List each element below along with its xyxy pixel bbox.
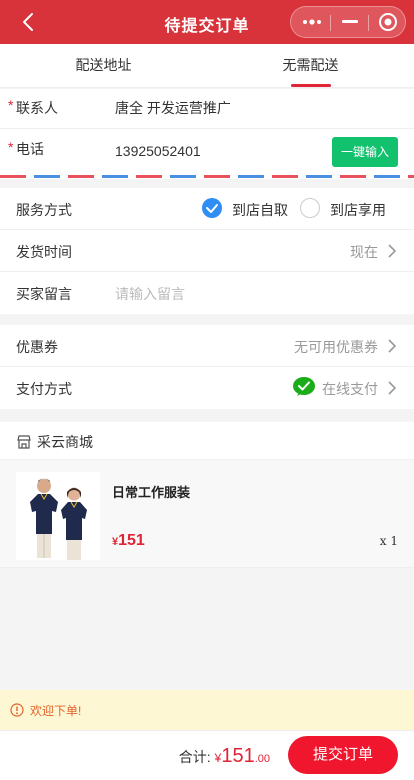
envelope-stripe [0, 175, 414, 178]
contact-name-label: 联系人 [16, 100, 58, 116]
ship-time-value: 现在 [350, 244, 378, 260]
buyer-message-label: 买家留言 [16, 286, 72, 302]
submit-order-button[interactable]: 提交订单 [288, 736, 398, 774]
notice-bar: 欢迎下单! [0, 690, 414, 730]
contact-name-field[interactable]: 唐全 开发运营推广 [115, 98, 231, 118]
product-price-value: 151 [118, 532, 145, 549]
payment-method-label: 支付方式 [16, 381, 72, 397]
quick-fill-button[interactable]: 一键输入 [332, 137, 398, 167]
product-quantity: x 1 [379, 534, 398, 548]
coupon-value: 无可用优惠券 [294, 339, 378, 355]
info-icon [10, 703, 24, 717]
required-mark: * [8, 97, 14, 113]
radio-dine-in-label[interactable]: 到店享用 [330, 200, 386, 220]
product-image [16, 472, 100, 560]
check-icon [206, 204, 218, 213]
mini-program-capsule [290, 6, 406, 38]
service-method-row: 服务方式 到店自取 到店享用 [0, 188, 414, 230]
total-label: 合计: [178, 749, 211, 765]
phone-label: 电话 [16, 141, 44, 157]
radio-pickup-label[interactable]: 到店自取 [232, 200, 288, 220]
order-options-card: 服务方式 到店自取 到店享用 发货时间 现在 买家留言 请输入留言 [0, 188, 414, 314]
contact-card: * 联系人 唐全 开发运营推广 * 电话 13925052401 一键输入 [0, 89, 414, 179]
phone-row: * 电话 13925052401 一键输入 [0, 129, 414, 175]
chevron-right-icon [388, 339, 397, 353]
chevron-right-icon [388, 244, 397, 258]
shop-header: 采云商城 [0, 422, 414, 460]
minus-icon [342, 20, 358, 23]
product-name: 日常工作服装 [112, 485, 191, 500]
more-dots-icon [303, 19, 321, 25]
order-total: 合计: ¥151.00 [179, 745, 270, 768]
checkout-bar: 合计: ¥151.00 提交订单 [0, 730, 414, 780]
delivery-tabs: 配送地址 无需配送 [0, 44, 414, 88]
coupon-row[interactable]: 优惠券 无可用优惠券 [0, 325, 414, 367]
total-amount: 151 [221, 745, 255, 767]
buyer-message-row: 买家留言 请输入留言 [0, 272, 414, 314]
radio-dine-in[interactable] [300, 198, 320, 218]
required-mark: * [8, 139, 14, 155]
store-icon [17, 435, 31, 449]
service-method-label: 服务方式 [16, 202, 72, 218]
contact-name-row: * 联系人 唐全 开发运营推广 [0, 89, 414, 129]
polo-shirt-photo [16, 472, 100, 560]
notice-text: 欢迎下单! [30, 704, 82, 718]
wechat-pay-icon [293, 377, 315, 396]
product-item[interactable]: 日常工作服装 ¥151 x 1 [0, 460, 414, 568]
minimize-button[interactable] [331, 7, 369, 37]
more-menu-button[interactable] [293, 7, 331, 37]
shop-name: 采云商城 [37, 434, 93, 450]
nav-bar: 待提交订单 [0, 0, 414, 44]
tab-delivery-address[interactable]: 配送地址 [0, 44, 207, 88]
payment-method-row[interactable]: 支付方式 在线支付 [0, 367, 414, 409]
chevron-right-icon [388, 381, 397, 395]
close-mini-program-button[interactable] [369, 7, 407, 37]
ship-time-row[interactable]: 发货时间 现在 [0, 230, 414, 272]
target-close-icon [379, 13, 397, 31]
buyer-message-input[interactable]: 请输入留言 [115, 284, 185, 304]
coupon-label: 优惠券 [16, 339, 58, 355]
phone-field[interactable]: 13925052401 [115, 143, 201, 159]
total-decimal: .00 [254, 753, 270, 765]
payment-card: 优惠券 无可用优惠券 支付方式 在线支付 [0, 325, 414, 409]
product-price: ¥151 [112, 532, 145, 550]
payment-method-value: 在线支付 [322, 381, 378, 397]
ship-time-label: 发货时间 [16, 244, 72, 260]
tab-no-delivery[interactable]: 无需配送 [207, 44, 414, 88]
radio-pickup[interactable] [202, 198, 222, 218]
